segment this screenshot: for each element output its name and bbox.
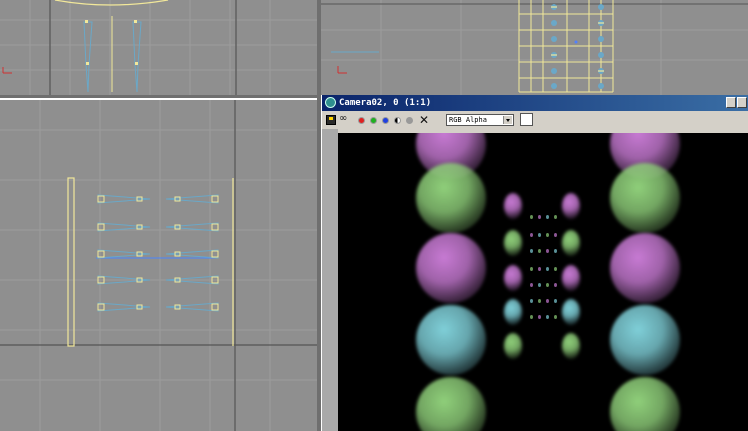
clear-icon[interactable]: ✕ <box>419 113 429 127</box>
render-sphere-small <box>554 215 557 219</box>
render-sphere <box>504 193 522 219</box>
render-sphere <box>504 299 522 325</box>
render-sphere-small <box>554 299 557 303</box>
render-sphere <box>562 299 580 325</box>
render-sphere-small <box>530 267 533 271</box>
render-sphere-small <box>530 249 533 253</box>
render-sphere-small <box>538 249 541 253</box>
render-sphere-small <box>538 283 541 287</box>
viewport-bottom-left[interactable] <box>0 98 317 431</box>
render-sphere <box>610 233 680 303</box>
render-sphere <box>562 333 580 359</box>
render-sphere-small <box>530 215 533 219</box>
viewport-top-left-grid <box>0 0 317 95</box>
render-sphere-small <box>538 315 541 319</box>
render-sphere-small <box>538 267 541 271</box>
render-sphere-small <box>554 249 557 253</box>
render-sphere <box>562 193 580 219</box>
render-sphere-small <box>538 233 541 237</box>
viewport-top-right[interactable] <box>321 0 748 95</box>
render-sphere-small <box>530 315 533 319</box>
channel-select[interactable]: RGB Alpha <box>446 114 514 126</box>
channel-select-value: RGB Alpha <box>449 116 487 124</box>
render-sphere-small <box>538 215 541 219</box>
clone-icon[interactable]: ∞ <box>339 113 347 124</box>
render-toolbar: ∞ ✕ RGB Alpha <box>322 111 748 129</box>
render-sphere <box>416 305 486 375</box>
render-sphere <box>610 305 680 375</box>
render-sphere-small <box>546 283 549 287</box>
grey-channel-icon[interactable] <box>406 117 413 124</box>
app-icon <box>325 97 336 108</box>
render-sphere <box>562 265 580 291</box>
render-sphere <box>504 230 522 256</box>
red-channel-icon[interactable] <box>358 117 365 124</box>
render-sphere <box>610 377 680 431</box>
render-sphere <box>504 333 522 359</box>
save-disk-icon[interactable] <box>326 115 336 125</box>
render-sphere-small <box>554 283 557 287</box>
render-sphere-small <box>554 233 557 237</box>
render-frame-border <box>322 129 338 431</box>
chevron-down-icon <box>503 116 512 124</box>
monochrome-icon[interactable] <box>394 117 401 124</box>
render-sphere <box>504 265 522 291</box>
render-sphere <box>610 163 680 233</box>
render-sphere-small <box>530 283 533 287</box>
render-sphere <box>416 377 486 431</box>
render-sphere-small <box>546 249 549 253</box>
rendered-frame-window[interactable]: Camera02, 0 (1:1) ∞ ✕ RGB Alpha <box>321 95 748 431</box>
render-sphere-small <box>546 315 549 319</box>
viewport-top-left[interactable] <box>0 0 317 95</box>
color-swatch[interactable] <box>520 113 533 126</box>
render-sphere-small <box>554 315 557 319</box>
render-sphere-small <box>546 215 549 219</box>
render-sphere-small <box>546 267 549 271</box>
green-channel-icon[interactable] <box>370 117 377 124</box>
render-sphere-small <box>538 299 541 303</box>
render-window-title: Camera02, 0 (1:1) <box>339 98 432 108</box>
render-sphere-small <box>530 233 533 237</box>
render-sphere <box>562 230 580 256</box>
render-sphere-small <box>554 267 557 271</box>
blue-channel-icon[interactable] <box>382 117 389 124</box>
render-sphere-small <box>546 233 549 237</box>
render-window-titlebar[interactable]: Camera02, 0 (1:1) <box>322 95 748 111</box>
render-sphere-small <box>530 299 533 303</box>
viewport-bottom-left-grid <box>0 100 317 431</box>
rendered-image <box>338 133 748 431</box>
maximize-button[interactable] <box>737 97 747 108</box>
minimize-button[interactable] <box>726 97 736 108</box>
render-sphere-small <box>546 299 549 303</box>
render-sphere <box>416 163 486 233</box>
viewport-top-right-grid <box>321 0 748 95</box>
render-sphere <box>416 233 486 303</box>
